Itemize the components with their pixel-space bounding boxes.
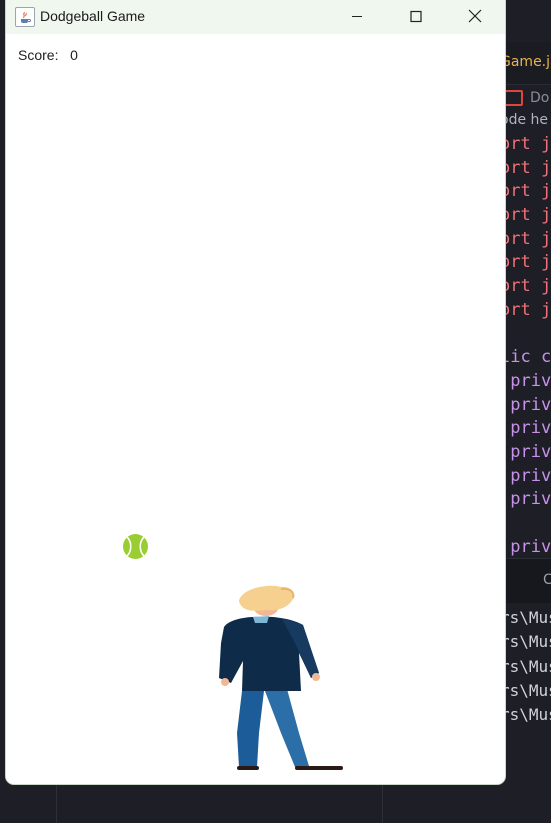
code-line[interactable]: [500, 323, 551, 347]
terminal-line: rs\Mus: [500, 608, 551, 627]
code-line[interactable]: ort j: [500, 228, 551, 252]
window-title: Dodgeball Game: [40, 8, 146, 24]
terminal-line: rs\Mus: [500, 632, 551, 652]
code-line[interactable]: priv: [500, 370, 551, 394]
player-character: [219, 585, 343, 770]
code-line[interactable]: ort j: [500, 180, 551, 204]
minimize-button[interactable]: [334, 0, 380, 34]
status-divider: [56, 785, 57, 823]
java-cup-icon: [504, 90, 523, 106]
close-icon: [468, 9, 482, 23]
game-canvas[interactable]: Score: 0: [6, 34, 505, 784]
terminal-line: rs\Mus: [500, 680, 551, 700]
tennis-ball: [123, 534, 148, 559]
score-value: 0: [70, 47, 78, 63]
code-line[interactable]: priv: [500, 536, 551, 560]
terminal-line: rs\Mus: [500, 656, 551, 676]
code-line[interactable]: ort j: [500, 275, 551, 299]
code-line[interactable]: ort j: [500, 204, 551, 228]
terminal-tab[interactable]: C: [543, 572, 551, 588]
maximize-button[interactable]: [393, 0, 439, 34]
code-line[interactable]: priv: [500, 488, 551, 512]
code-line[interactable]: ort j: [500, 299, 551, 323]
code-line[interactable]: priv: [500, 417, 551, 441]
score-label: Score:: [18, 47, 59, 63]
terminal-line: rs\Mus: [500, 705, 551, 725]
breadcrumb[interactable]: Do: [530, 90, 549, 106]
code-line[interactable]: priv: [500, 465, 551, 489]
code-line[interactable]: lic c: [500, 346, 551, 370]
game-window: Dodgeball Game Score: 0: [6, 0, 505, 784]
title-bar[interactable]: Dodgeball Game: [6, 0, 505, 34]
score-display: Score: 0: [18, 47, 78, 63]
close-button[interactable]: [452, 0, 498, 34]
score-separator: [62, 47, 66, 63]
code-editor[interactable]: ort j ort j ort j ort j ort j ort j ort j ort j…: [500, 133, 551, 559]
java-icon: [15, 7, 35, 27]
status-divider: [382, 785, 383, 823]
code-line[interactable]: ort j: [500, 251, 551, 275]
editor-tab-game-java[interactable]: Game.ja: [500, 54, 551, 70]
code-line[interactable]: priv: [500, 394, 551, 418]
terminal-tab-separator: [505, 574, 506, 586]
maximize-icon: [410, 10, 422, 23]
editor-hint: ode he: [500, 112, 549, 128]
minimize-icon: [352, 16, 362, 17]
terminal-output[interactable]: rs\Mus rs\Mus rs\Mus rs\Mus rs\Mus: [500, 606, 551, 727]
code-line[interactable]: ort j: [500, 157, 551, 181]
code-line[interactable]: [500, 512, 551, 536]
code-line[interactable]: priv: [500, 441, 551, 465]
code-line[interactable]: ort j: [500, 133, 551, 157]
